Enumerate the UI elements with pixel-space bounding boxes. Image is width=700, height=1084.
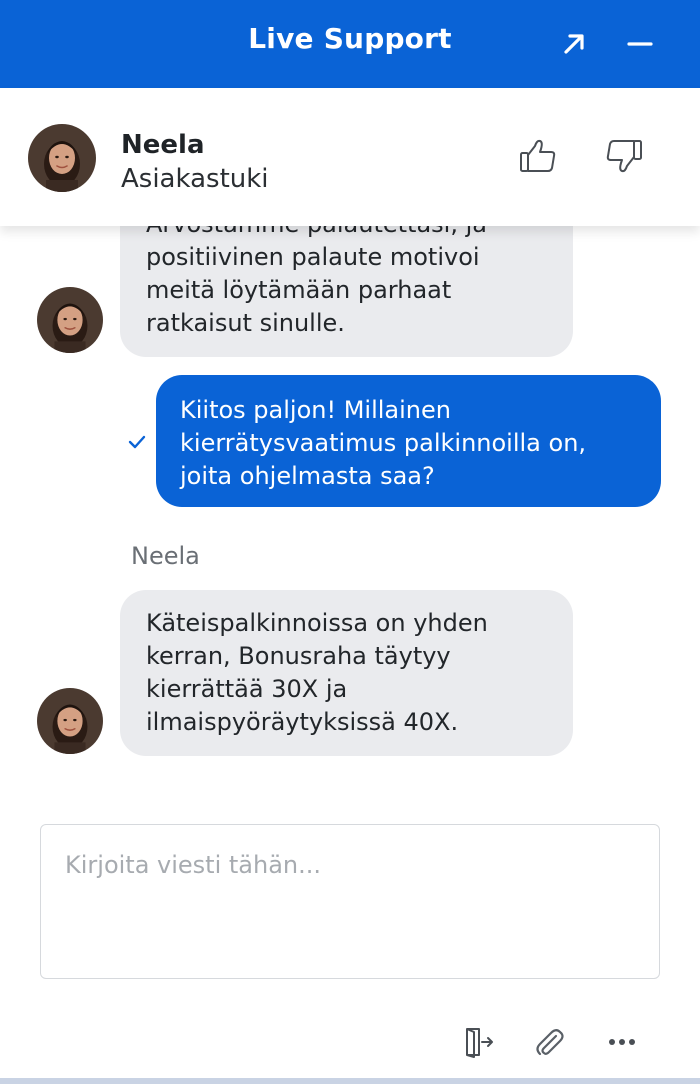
message-input[interactable] (41, 825, 659, 978)
paperclip-icon (536, 1029, 564, 1056)
agent-name: Neela (121, 130, 205, 160)
expand-button[interactable] (554, 24, 594, 64)
more-icon (609, 1039, 635, 1045)
expand-arrow-icon (564, 34, 584, 54)
attach-file-button[interactable] (529, 1022, 569, 1062)
thumbs-down-button[interactable] (600, 132, 648, 180)
thumbs-up-icon (520, 139, 556, 172)
thumbs-down-icon (606, 140, 642, 173)
agent-message-bubble: Käteispalkinnoissa on yhden kerran, Bonu… (120, 590, 573, 756)
sent-check-icon (128, 435, 146, 449)
agent-role: Asiakastuki (121, 164, 269, 194)
user-message-bubble: Kiitos paljon! Millainen kierrätysvaatim… (156, 375, 661, 507)
thumbs-up-button[interactable] (514, 132, 562, 180)
message-list[interactable]: Arvostamme palautettasi, ja positiivinen… (0, 226, 700, 806)
chat-header: Live Support (0, 0, 700, 88)
minimize-icon (627, 42, 653, 46)
avatar (37, 688, 103, 754)
agent-message-bubble: Arvostamme palautettasi, ja positiivinen… (120, 226, 573, 357)
message-composer (40, 824, 660, 979)
chat-title: Live Support (248, 22, 452, 55)
minimize-button[interactable] (620, 24, 660, 64)
exit-chat-icon (466, 1028, 493, 1058)
agent-card: Neela Asiakastuki (0, 88, 700, 226)
exit-chat-button[interactable] (458, 1022, 498, 1062)
avatar (28, 124, 96, 192)
window-bottom-edge (0, 1078, 700, 1084)
more-options-button[interactable] (602, 1022, 642, 1062)
avatar (37, 287, 103, 353)
sender-name: Neela (131, 542, 200, 570)
